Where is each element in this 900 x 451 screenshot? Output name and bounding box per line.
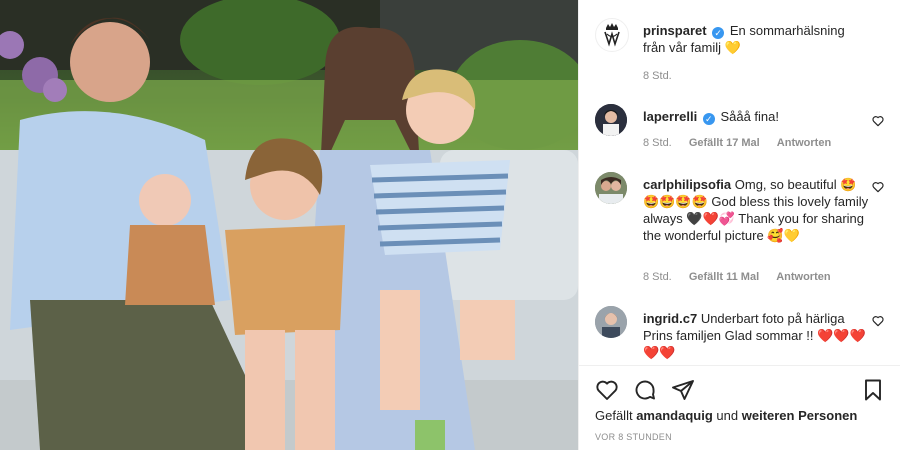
reply-button[interactable]: Antworten [776, 271, 830, 283]
comment-text: carlphilipsofia Omg, so beautiful 🤩🤩🤩🤩🤩 … [643, 176, 869, 244]
comment-text: laperrelli ✓ Sååå fina! [643, 108, 869, 125]
commenter-avatar[interactable] [595, 172, 627, 204]
avatar-photo [595, 172, 627, 204]
caption-meta: 8 Std. [643, 70, 686, 82]
comment-likes[interactable]: Gefällt 11 Mal [689, 271, 759, 283]
comments-list[interactable]: prinsparet ✓ En sommarhälsning från vår … [579, 0, 900, 365]
post-timestamp[interactable]: VOR 8 STUNDEN [595, 432, 672, 442]
avatar-photo [595, 306, 627, 338]
comment-meta: 8 Std. Gefällt 17 Mal Antworten [643, 137, 845, 149]
account-avatar[interactable] [595, 18, 629, 52]
paper-plane-icon[interactable] [671, 378, 695, 402]
likes-others-link[interactable]: weiteren Personen [742, 408, 858, 423]
heart-small-icon[interactable] [871, 180, 885, 194]
family-photo-illustration [0, 0, 578, 450]
verified-badge-icon: ✓ [702, 113, 715, 125]
likes-mid: und [716, 408, 739, 423]
heart-small-icon[interactable] [871, 114, 885, 128]
avatar-photo [595, 104, 627, 136]
reply-button[interactable]: Antworten [777, 137, 831, 149]
caption-emoji: 💛 [724, 40, 741, 55]
comment-item: laperrelli ✓ Sååå fina! 8 Std. Gefällt 1… [595, 104, 885, 154]
comment-username[interactable]: carlphilipsofia [643, 177, 731, 192]
comment-time[interactable]: 8 Std. [643, 137, 672, 149]
post-side-panel: prinsparet ✓ En sommarhälsning från vår … [578, 0, 900, 450]
comment-text: ingrid.c7 Underbart foto på härliga Prin… [643, 310, 869, 361]
post-photo[interactable] [0, 0, 578, 450]
heart-outline-icon[interactable] [595, 378, 619, 402]
caption-entry: prinsparet ✓ En sommarhälsning från vår … [595, 18, 885, 88]
likes-summary: Gefällt amandaquig und weiteren Personen [595, 408, 857, 423]
comment-body: Sååå fina! [720, 109, 779, 124]
bookmark-icon[interactable] [861, 378, 885, 402]
caption-text: prinsparet ✓ En sommarhälsning från vår … [643, 22, 869, 56]
comment-username[interactable]: laperrelli [643, 109, 697, 124]
comment-bubble-icon[interactable] [633, 378, 657, 402]
comment-username[interactable]: ingrid.c7 [643, 311, 697, 326]
instagram-post: prinsparet ✓ En sommarhälsning från vår … [0, 0, 900, 450]
comment-time[interactable]: 8 Std. [643, 271, 672, 283]
crown-monogram-icon [604, 23, 620, 47]
heart-small-icon[interactable] [871, 314, 885, 328]
comment-likes[interactable]: Gefällt 17 Mal [689, 137, 760, 149]
caption-username[interactable]: prinsparet [643, 23, 707, 38]
comment-item: ingrid.c7 Underbart foto på härliga Prin… [595, 306, 885, 365]
caption-time[interactable]: 8 Std. [643, 70, 672, 82]
comment-item: carlphilipsofia Omg, so beautiful 🤩🤩🤩🤩🤩 … [595, 172, 885, 288]
comment-meta: 8 Std. Gefällt 11 Mal Antworten [643, 271, 845, 283]
commenter-avatar[interactable] [595, 104, 627, 136]
likes-user-link[interactable]: amandaquig [636, 408, 713, 423]
commenter-avatar[interactable] [595, 306, 627, 338]
likes-prefix: Gefällt [595, 408, 633, 423]
verified-badge-icon: ✓ [712, 27, 725, 39]
